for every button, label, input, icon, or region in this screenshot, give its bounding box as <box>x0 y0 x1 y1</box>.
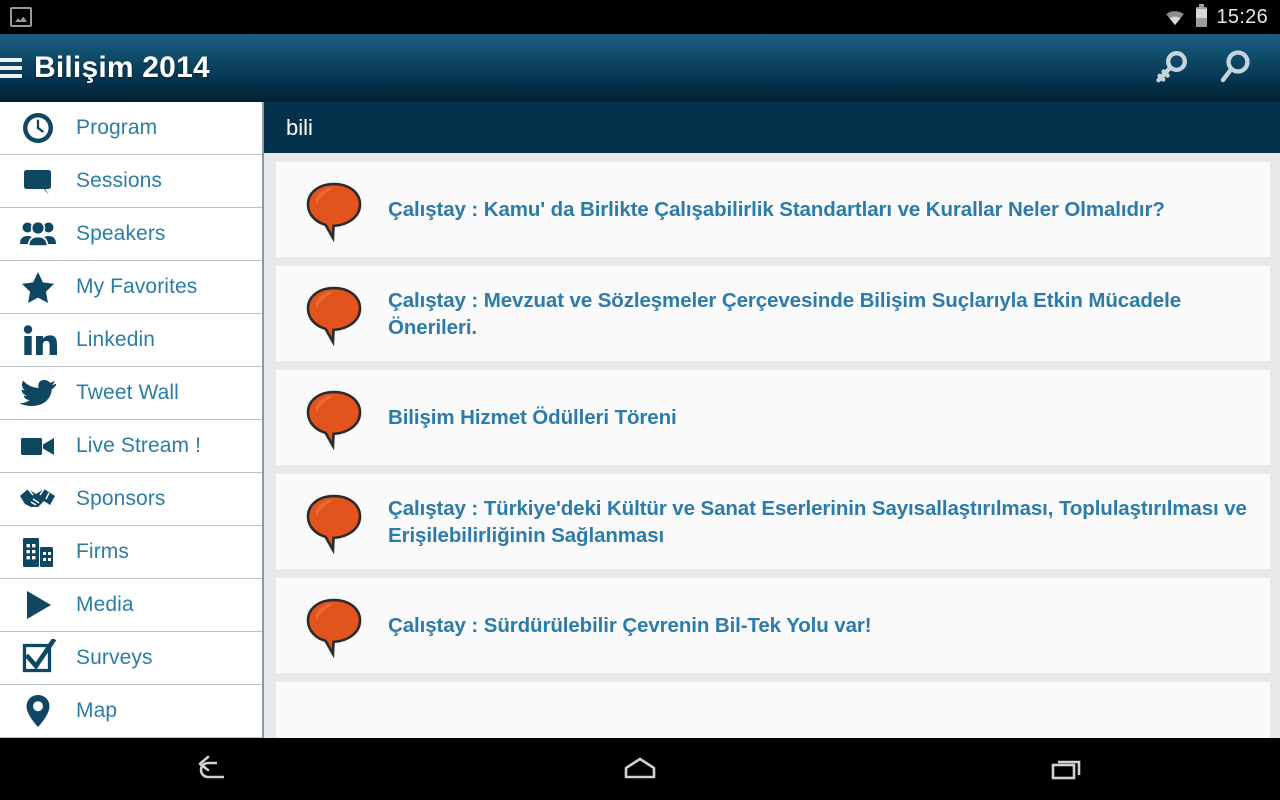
list-item[interactable] <box>276 682 1270 738</box>
sidebar-item-label: Sessions <box>76 169 163 192</box>
clock-time: 15:26 <box>1216 5 1268 28</box>
sidebar-item-sponsors[interactable]: Sponsors <box>0 473 262 526</box>
android-status-bar: 15:26 <box>0 0 1280 34</box>
sidebar-item-label: Sponsors <box>76 487 166 510</box>
result-title: Çalıştay : Sürdürülebilir Çevrenin Bil-T… <box>388 614 872 638</box>
result-title: Çalıştay : Kamu' da Birlikte Çalışabilir… <box>388 198 1165 222</box>
list-item[interactable]: Çalıştay : Sürdürülebilir Çevrenin Bil-T… <box>276 578 1270 673</box>
list-item[interactable]: Çalıştay : Kamu' da Birlikte Çalışabilir… <box>276 162 1270 257</box>
sidebar-item-label: Speakers <box>76 222 166 245</box>
star-icon <box>0 268 76 306</box>
sidebar-item-label: Media <box>76 593 134 616</box>
speech-bubble-icon <box>302 282 366 347</box>
status-notifications <box>0 7 32 27</box>
speech-bubble-icon <box>302 594 366 659</box>
status-system-icons: 15:26 <box>1163 4 1280 29</box>
title-bar-actions <box>1146 42 1280 94</box>
list-item[interactable]: Çalıştay : Mevzuat ve Sözleşmeler Çerçev… <box>276 266 1270 361</box>
results-list: Çalıştay : Kamu' da Birlikte Çalışabilir… <box>264 162 1280 738</box>
twitter-bird-icon <box>0 374 76 412</box>
sidebar-item-label: Program <box>76 116 158 139</box>
sidebar-item-label: My Favorites <box>76 275 198 298</box>
search-query-header[interactable]: bili <box>264 102 1280 153</box>
result-title: Bilişim Hizmet Ödülleri Töreni <box>388 406 677 430</box>
battery-icon <box>1196 4 1208 27</box>
search-icon[interactable] <box>1210 42 1262 94</box>
sidebar-item-label: Live Stream ! <box>76 434 202 457</box>
sidebar-item-linkedin[interactable]: Linkedin <box>0 314 262 367</box>
sidebar-item-program[interactable]: Program <box>0 102 262 155</box>
key-icon[interactable] <box>1146 42 1198 94</box>
back-icon[interactable] <box>153 744 273 794</box>
sidebar-item-map[interactable]: Map <box>0 685 262 738</box>
list-item[interactable]: Bilişim Hizmet Ödülleri Töreni <box>276 370 1270 465</box>
video-camera-icon <box>0 427 76 465</box>
speech-bubble-icon <box>0 162 76 200</box>
search-input[interactable]: bili <box>286 115 313 141</box>
page-title: Bilişim 2014 <box>34 50 210 84</box>
search-results-panel: bili Çalıştay : Kamu' da Birlikte Çalışa… <box>264 102 1280 738</box>
android-nav-bar <box>0 738 1280 800</box>
screenshot-icon <box>10 7 32 27</box>
hamburger-menu-icon[interactable] <box>0 56 22 80</box>
tablet-screen: 15:26 Bilişim 2014 Program Sessions Spea… <box>0 0 1280 800</box>
speech-bubble-icon <box>302 178 366 243</box>
content-area: Program Sessions Speakers My Favorites L… <box>0 102 1280 738</box>
building-icon <box>0 533 76 571</box>
result-title: Çalıştay : Türkiye'deki Kültür ve Sanat … <box>388 496 1247 547</box>
sidebar-item-label: Map <box>76 699 118 722</box>
list-item[interactable]: Çalıştay : Türkiye'deki Kültür ve Sanat … <box>276 474 1270 569</box>
sidebar-item-tweet-wall[interactable]: Tweet Wall <box>0 367 262 420</box>
sidebar-item-speakers[interactable]: Speakers <box>0 208 262 261</box>
sidebar-item-firms[interactable]: Firms <box>0 526 262 579</box>
handshake-icon <box>0 480 76 518</box>
sidebar-item-sessions[interactable]: Sessions <box>0 155 262 208</box>
app-title-bar: Bilişim 2014 <box>0 34 1280 102</box>
sidebar-item-live-stream[interactable]: Live Stream ! <box>0 420 262 473</box>
navigation-sidebar[interactable]: Program Sessions Speakers My Favorites L… <box>0 102 264 738</box>
sidebar-item-label: Surveys <box>76 646 153 669</box>
result-title: Çalıştay : Mevzuat ve Sözleşmeler Çerçev… <box>388 288 1181 339</box>
home-icon[interactable] <box>580 744 700 794</box>
recent-apps-icon[interactable] <box>1007 744 1127 794</box>
people-icon <box>0 215 76 253</box>
sidebar-item-my-favorites[interactable]: My Favorites <box>0 261 262 314</box>
sidebar-item-label: Firms <box>76 540 129 563</box>
wifi-icon <box>1163 8 1187 26</box>
speech-bubble-icon <box>302 490 366 555</box>
speech-bubble-icon <box>302 386 366 451</box>
sidebar-item-media[interactable]: Media <box>0 579 262 632</box>
play-icon <box>0 586 76 624</box>
sidebar-item-label: Tweet Wall <box>76 381 179 404</box>
map-pin-icon <box>0 692 76 730</box>
sidebar-item-surveys[interactable]: Surveys <box>0 632 262 685</box>
sidebar-item-label: Linkedin <box>76 328 156 351</box>
clock-icon <box>0 109 76 147</box>
checkbox-icon <box>0 639 76 677</box>
linkedin-icon <box>0 321 76 359</box>
